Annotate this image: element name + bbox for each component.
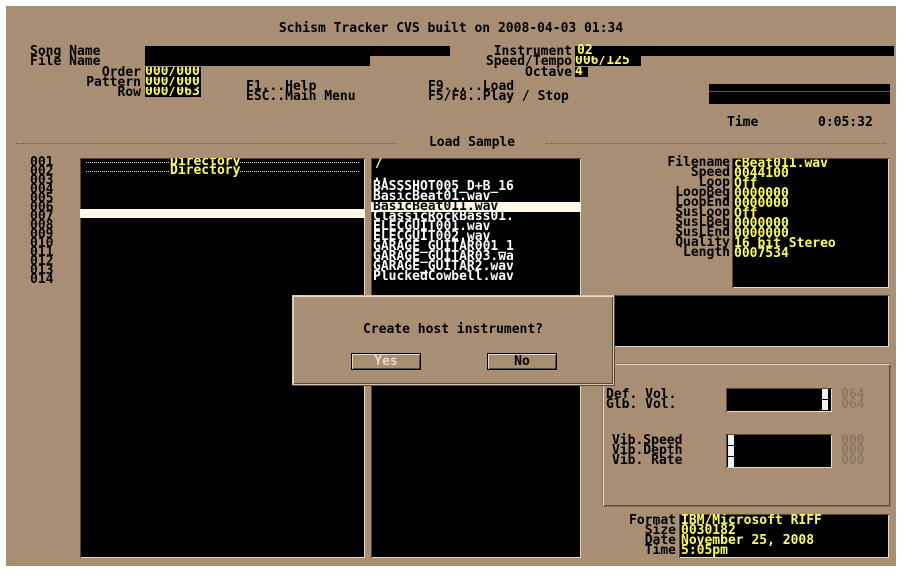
file-item[interactable]: PluckedCowbell.wav [371, 270, 581, 283]
directory-label: Directory [170, 163, 241, 178]
speed-tempo-value[interactable]: 006/125 [575, 56, 641, 66]
time-label: Time [727, 115, 759, 130]
row-number: 014 [30, 272, 54, 287]
row-number-list: 001 002 003 004 005 006 007 008 009 010 011 012 013 0… [30, 156, 80, 287]
row-label: Row [117, 85, 141, 100]
schism-tracker-window: Schism Tracker CVS built on 2008-04-03 0… [6, 6, 896, 566]
vibrato-sliders[interactable] [726, 434, 832, 468]
octave-label: Octave [525, 65, 572, 80]
sample-info-labels: Filename Speed Loop LoopBeg LoopEnd SusLoop Su… [606, 156, 730, 260]
section-separator-left [16, 143, 396, 144]
order-value[interactable]: 000/000 [145, 67, 201, 77]
volume-sliders[interactable] [726, 388, 832, 412]
no-button-label: No [514, 354, 530, 369]
file-items: .. BASSSHOT005_D+B_16 BasicBeat01.wav Basic… [371, 170, 581, 283]
instrument-field[interactable] [575, 46, 894, 56]
pattern-value[interactable]: 000/000 [145, 77, 201, 87]
vib-depth-thumb[interactable] [728, 446, 734, 456]
no-button[interactable]: No [488, 354, 556, 369]
dialog-question: Create host instrument? [362, 322, 543, 337]
octave-value[interactable]: 4 [575, 67, 588, 77]
section-title: Load Sample [428, 135, 516, 150]
section-separator-right [546, 143, 886, 144]
waveform-preview [602, 295, 889, 347]
glb-vol-thumb[interactable] [822, 400, 828, 410]
row-value[interactable]: 000/063 [145, 87, 201, 97]
create-instrument-dialog: Create host instrument? Yes No [292, 295, 614, 385]
glb-vol-value: 064 [841, 397, 865, 412]
current-row-highlight [80, 209, 365, 218]
vib-rate-value: 000 [841, 453, 865, 468]
format-info-box: IBM/Microsoft RIFF 0030182 November 25, … [679, 514, 889, 558]
yes-button-label: Yes [374, 354, 398, 369]
time-value: 0:05:32 [818, 115, 873, 130]
sample-info-label: Length [683, 245, 730, 260]
vib-speed-thumb[interactable] [728, 435, 734, 445]
file-time-label: Time [644, 543, 676, 558]
sample-info-values: cBeat011.wav 0044100 Off 0000000 0000000 Off 0… [732, 158, 889, 288]
yes-button[interactable]: Yes [352, 354, 420, 369]
vib-rate-label: Vib. Rate [612, 453, 683, 468]
glb-vol-label: Glb. Vol. [606, 397, 677, 412]
directory-item[interactable]: Directory [80, 163, 365, 178]
song-name-field[interactable] [145, 46, 450, 56]
app-title: Schism Tracker CVS built on 2008-04-03 0… [278, 21, 624, 36]
sample-info-value-list: cBeat011.wav 0044100 Off 0000000 0000000 Off 0… [734, 158, 836, 260]
vib-rate-thumb[interactable] [728, 457, 734, 467]
status-line [709, 91, 890, 92]
file-time-value: 5:05pm [681, 543, 728, 558]
def-vol-thumb[interactable] [822, 389, 828, 399]
file-name-field[interactable] [145, 56, 370, 66]
help-f5f8: F5/F8..Play / Stop [428, 89, 569, 104]
status-display [709, 84, 890, 104]
help-esc: ESC..Main Menu [246, 89, 356, 104]
